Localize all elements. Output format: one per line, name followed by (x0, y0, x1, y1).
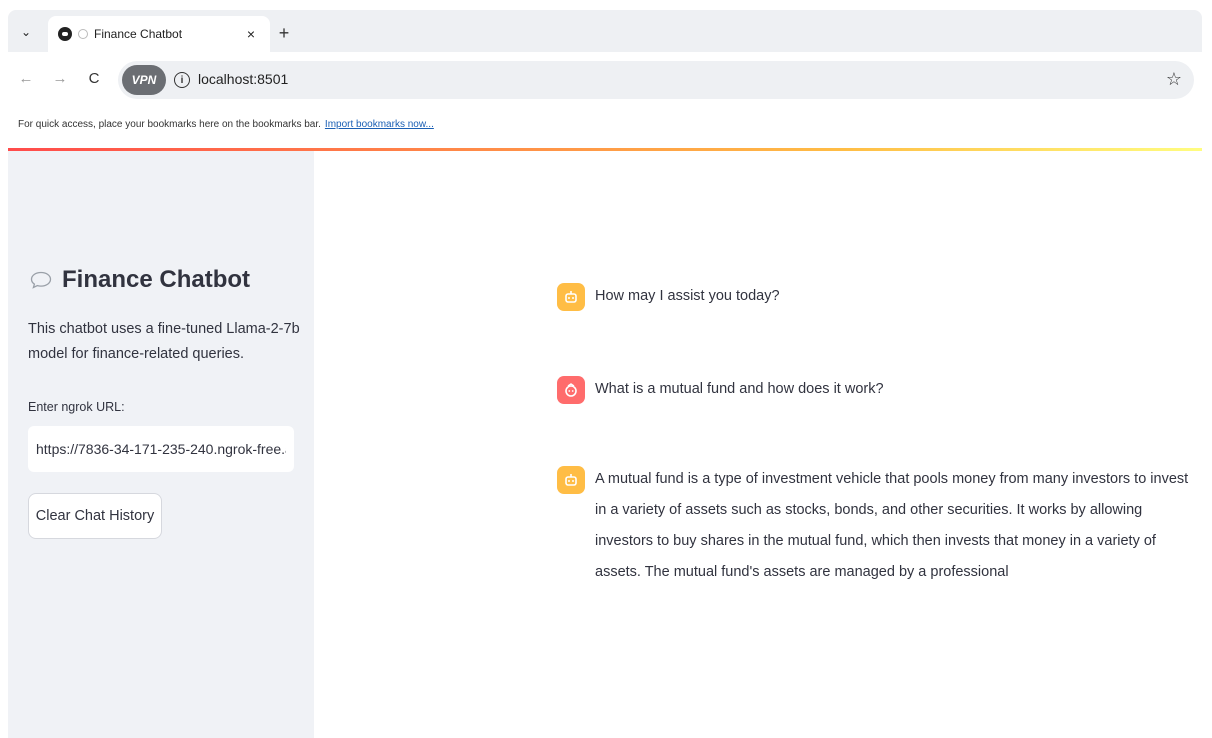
ngrok-url-input[interactable] (28, 426, 294, 472)
vpn-badge[interactable]: VPN (122, 65, 166, 95)
back-button[interactable]: ← (16, 70, 36, 87)
assistant-avatar (557, 283, 585, 311)
browser-toolbar: ← → C VPN i localhost:8501 ☆ (8, 52, 1202, 108)
chat-message-text: What is a mutual fund and how does it wo… (595, 381, 884, 397)
bookmarks-bar: For quick access, place your bookmarks h… (18, 119, 434, 130)
user-face-icon (565, 383, 577, 397)
favicon-icon (58, 27, 72, 41)
loading-spinner-icon (78, 29, 88, 39)
tab-strip: ⌄ Finance Chatbot × + (8, 10, 1202, 52)
reload-button[interactable]: C (84, 70, 104, 87)
user-avatar (557, 376, 585, 404)
chat-message-text: How may I assist you today? (595, 288, 780, 304)
chat-message-text: A mutual fund is a type of investment ve… (595, 471, 1189, 580)
bookmarks-hint: For quick access, place your bookmarks h… (18, 119, 321, 130)
sidebar-description: This chatbot uses a fine-tuned Llama-2-7… (28, 321, 300, 362)
assistant-avatar (557, 466, 585, 494)
import-bookmarks-link[interactable]: Import bookmarks now... (325, 119, 434, 130)
address-bar[interactable]: VPN i localhost:8501 ☆ (118, 61, 1194, 99)
robot-icon (565, 291, 577, 303)
forward-button[interactable]: → (50, 70, 70, 87)
new-tab-button[interactable]: + (274, 24, 294, 42)
bookmark-star-icon[interactable]: ☆ (1166, 69, 1182, 90)
tab-close-icon[interactable]: × (242, 26, 260, 42)
chat-message-user: What is a mutual fund and how does it wo… (557, 376, 884, 405)
browser-tab[interactable]: Finance Chatbot × (48, 16, 270, 52)
sidebar-title-text: Finance Chatbot (62, 266, 251, 293)
clear-chat-history-button[interactable]: Clear Chat History (28, 493, 162, 539)
sidebar-title: Finance Chatbot (30, 266, 250, 294)
url-text[interactable]: localhost:8501 (198, 71, 288, 87)
sidebar: Finance Chatbot This chatbot uses a fine… (8, 151, 314, 738)
tab-title: Finance Chatbot (94, 27, 183, 41)
robot-icon (565, 474, 577, 486)
chat-message-assistant: How may I assist you today? (557, 283, 780, 312)
speech-bubble-icon (30, 271, 52, 289)
ngrok-url-label: Enter ngrok URL: (28, 400, 125, 414)
site-info-icon[interactable]: i (174, 72, 190, 88)
tab-search-chevron-icon[interactable]: ⌄ (16, 22, 36, 42)
chat-message-assistant: A mutual fund is a type of investment ve… (557, 466, 1197, 588)
